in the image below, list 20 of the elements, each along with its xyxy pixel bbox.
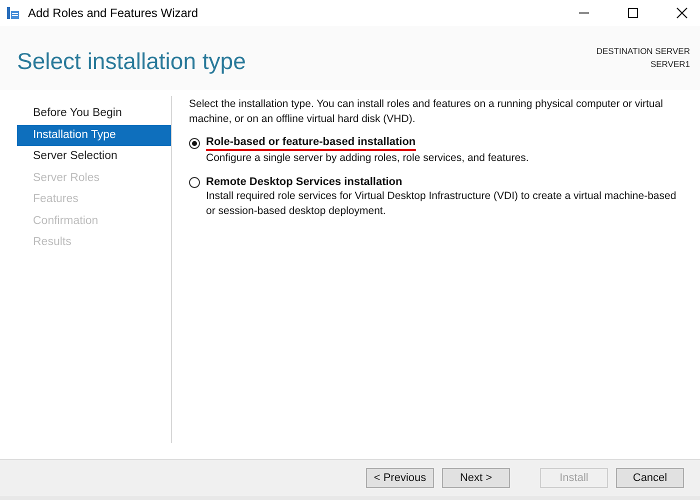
- wizard-button[interactable]: Next >: [442, 468, 510, 488]
- radio-button[interactable]: [189, 176, 200, 188]
- maximize-icon[interactable]: [627, 7, 639, 19]
- instruction-text: Select the installation type. You can install roles and features on a running physical computer or virtual machine, or on an offline virtual hard disk (VHD).: [189, 97, 664, 127]
- wizard-step[interactable]: Installation Type: [17, 124, 171, 146]
- window-title: Add Roles and Features Wizard: [28, 6, 198, 20]
- option-description: Configure a single server by adding roles, role services, and features.: [205, 151, 530, 166]
- option-description: Install required role services for Virtual Desktop Infrastructure (VDI) to create a virtual machine-based or session-based desktop deployment.: [205, 189, 678, 219]
- close-icon[interactable]: [676, 7, 688, 19]
- destination-server-label: DESTINATION SERVER: [596, 46, 690, 56]
- wizard-step[interactable]: Before You Begin: [17, 103, 171, 124]
- radio-button[interactable]: [189, 138, 200, 148]
- server-manager-icon: [6, 6, 20, 20]
- wizard-button[interactable]: < Previous: [366, 468, 434, 488]
- option-label[interactable]: Remote Desktop Services installation: [206, 175, 402, 189]
- page-title: Select installation type: [17, 48, 246, 76]
- server-name: SERVER1: [650, 59, 690, 69]
- wizard-button[interactable]: Cancel: [616, 468, 684, 488]
- wizard-step[interactable]: Server Selection: [17, 146, 171, 168]
- option-label[interactable]: Role-based or feature-based installation: [206, 135, 416, 149]
